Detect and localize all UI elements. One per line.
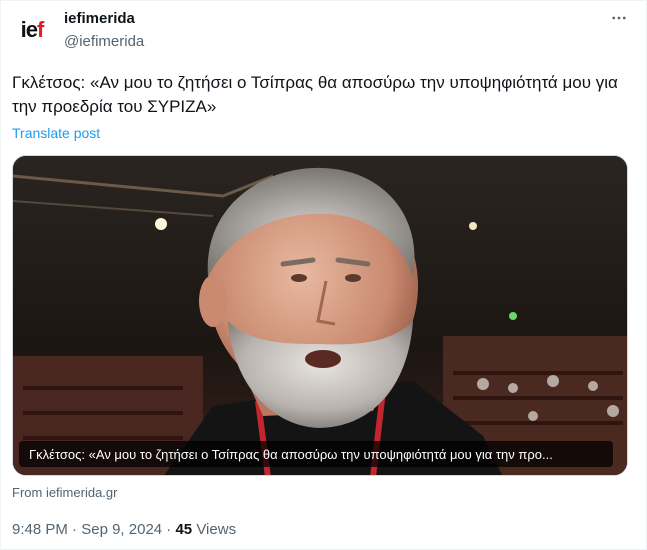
avatar[interactable]: ief xyxy=(12,10,52,50)
meta-separator-2: · xyxy=(166,521,172,538)
author-handle[interactable]: @iefimerida xyxy=(64,33,144,50)
article-photo xyxy=(13,156,627,475)
timestamp-date[interactable]: Sep 9, 2024 xyxy=(81,521,162,538)
more-options-icon xyxy=(612,16,626,20)
avatar-logo: ief xyxy=(20,17,45,42)
views-label: Views xyxy=(196,521,237,538)
tweet-meta: 9:48 PM · Sep 9, 2024 · 45 Views xyxy=(12,521,236,538)
author-name[interactable]: iefimerida xyxy=(64,10,135,27)
meta-separator: · xyxy=(72,521,78,538)
views-count: 45 xyxy=(175,521,193,538)
media-caption-text: Γκλέτσος: «Αν μου το ζητήσει ο Τσίπρας θ… xyxy=(29,446,553,462)
media-card[interactable]: Γκλέτσος: «Αν μου το ζητήσει ο Τσίπρας θ… xyxy=(12,155,628,476)
tweet-text: Γκλέτσος: «Αν μου το ζητήσει ο Τσίπρας θ… xyxy=(12,73,618,116)
source-link[interactable]: From iefimerida.gr xyxy=(12,485,117,500)
more-options-button[interactable] xyxy=(607,6,631,30)
media-caption: Γκλέτσος: «Αν μου το ζητήσει ο Τσίπρας θ… xyxy=(19,441,613,467)
translate-post-link[interactable]: Translate post xyxy=(12,125,100,141)
timestamp-time[interactable]: 9:48 PM xyxy=(12,521,68,538)
